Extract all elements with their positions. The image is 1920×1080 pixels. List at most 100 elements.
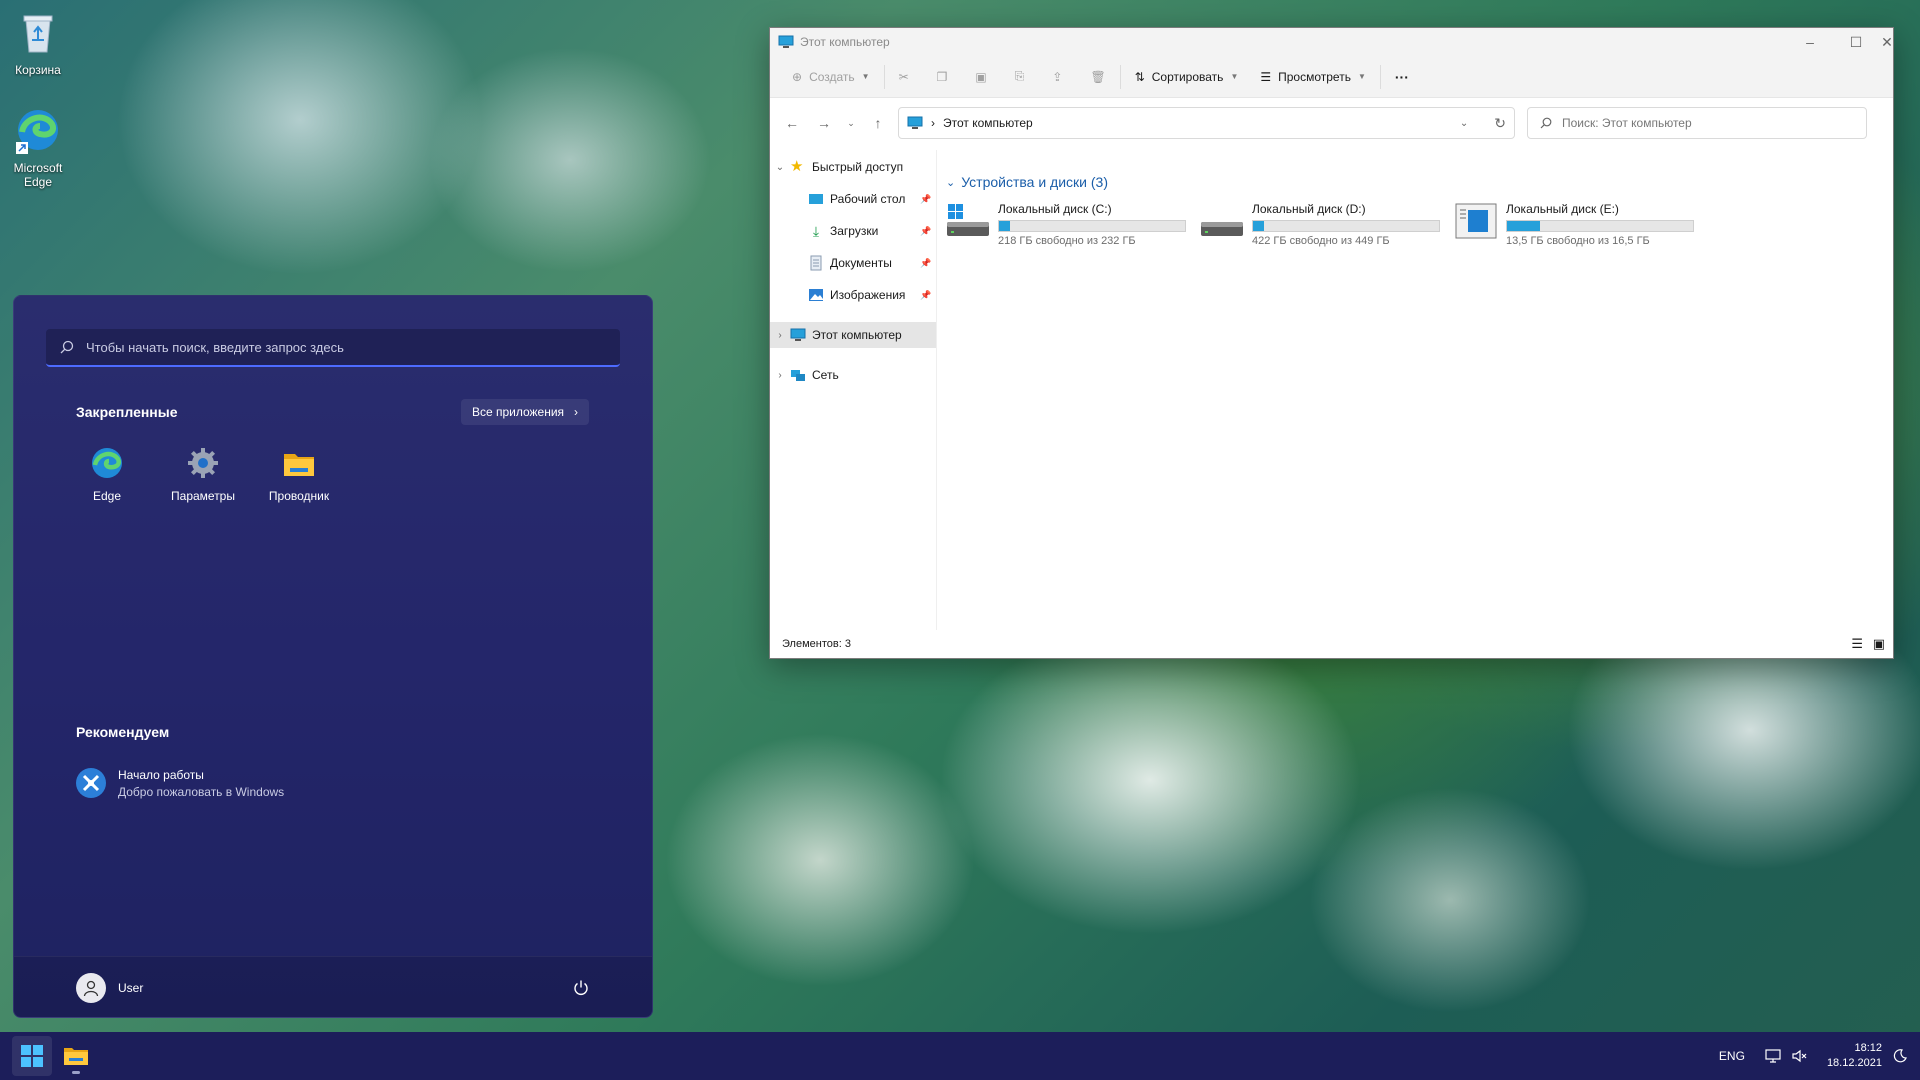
share-button[interactable]: ⇪	[1044, 62, 1070, 92]
system-tray: ENG 18:12 18.12.2021	[1719, 1032, 1920, 1080]
chevron-right-icon: ›	[778, 369, 782, 381]
separator	[883, 64, 885, 89]
drive-free-space: 422 ГБ свободно из 449 ГБ	[1252, 235, 1390, 247]
nav-label: Документы	[830, 256, 892, 270]
pin-icon: 📌	[920, 194, 932, 204]
pinned-app-explorer[interactable]: Проводник	[254, 446, 344, 503]
computer-icon	[907, 116, 923, 129]
pictures-icon	[809, 289, 823, 301]
drive-e[interactable]: Локальный диск (E:) 13,5 ГБ свободно из …	[1454, 202, 1704, 248]
drive-free-space: 218 ГБ свободно из 232 ГБ	[998, 235, 1136, 247]
drive-c[interactable]: Локальный диск (C:) 218 ГБ свободно из 2…	[946, 202, 1196, 248]
recommended-title: Начало работы	[118, 767, 204, 782]
more-button[interactable]: ···	[1387, 62, 1417, 92]
nav-item-downloads[interactable]: ⤓ Загрузки 📌	[770, 218, 936, 244]
explorer-window: Этот компьютер – ☐ ✕ ⊕ Создать ▼ ✂ ❐ ▣ ⎘…	[769, 27, 1894, 659]
status-bar: Элементов: 3 ☰ ▣	[770, 630, 1893, 658]
up-button[interactable]: ↑	[866, 111, 890, 135]
taskbar: ENG 18:12 18.12.2021	[0, 1032, 1920, 1080]
all-apps-button[interactable]: Все приложения ›	[461, 399, 589, 425]
nav-label: Загрузки	[830, 224, 879, 238]
trash-icon: 🗑	[1090, 69, 1106, 84]
view-label: Просмотреть	[1278, 69, 1351, 84]
pinned-app-settings[interactable]: Параметры	[158, 446, 248, 503]
chevron-down-icon[interactable]: ⌄	[1460, 118, 1468, 129]
language-indicator[interactable]: ENG	[1719, 1049, 1745, 1063]
edge-icon	[16, 110, 58, 154]
address-row: ← → ⌄ ↑ › Этот компьютер ⌄ ↻ Поиск: Этот…	[770, 98, 1893, 148]
pin-icon: 📌	[920, 290, 932, 300]
group-header[interactable]: ⌄ Устройства и диски (3)	[946, 174, 1108, 190]
title-bar[interactable]: Этот компьютер – ☐ ✕	[770, 28, 1893, 56]
pinned-app-label: Проводник	[268, 489, 330, 503]
tiles-view-icon[interactable]: ▣	[1873, 636, 1885, 652]
desktop-icon-edge[interactable]: Microsoft Edge	[0, 106, 76, 189]
nav-item-quick-access[interactable]: ⌄ ★ Быстрый доступ	[770, 154, 936, 180]
address-bar[interactable]: › Этот компьютер ⌄ ↻	[898, 107, 1515, 139]
nav-item-desktop[interactable]: Рабочий стол 📌	[770, 186, 936, 212]
drive-d[interactable]: Локальный диск (D:) 422 ГБ свободно из 4…	[1200, 202, 1450, 248]
desktop-icon-recycle-bin[interactable]: Корзина	[0, 8, 76, 77]
details-view-icon[interactable]: ☰	[1851, 636, 1863, 652]
close-button[interactable]: ✕	[1879, 28, 1895, 56]
user-button[interactable]: User	[76, 973, 143, 1003]
recommended-item[interactable]: Начало работы Добро пожаловать в Windows	[74, 766, 284, 800]
forward-button[interactable]: →	[812, 111, 836, 135]
more-icon: ···	[1394, 68, 1409, 85]
notifications-moon-icon[interactable]	[1892, 1048, 1908, 1064]
pin-icon: 📌	[920, 258, 932, 268]
sort-button[interactable]: ⇅ Сортировать ▼	[1127, 62, 1247, 92]
star-icon: ★	[790, 158, 804, 175]
network-icon[interactable]	[1765, 1048, 1781, 1064]
status-text: Элементов: 3	[782, 638, 851, 650]
pin-icon: 📌	[920, 226, 932, 236]
volume-muted-icon[interactable]	[1791, 1048, 1807, 1064]
taskbar-explorer-button[interactable]	[56, 1036, 96, 1076]
user-icon	[83, 980, 99, 997]
nav-item-documents[interactable]: Документы 📌	[770, 250, 936, 276]
create-button[interactable]: ⊕ Создать ▼	[784, 62, 878, 92]
rename-button[interactable]: ⎘	[1007, 62, 1033, 92]
delete-button[interactable]: 🗑	[1082, 62, 1113, 92]
minimize-button[interactable]: –	[1787, 28, 1833, 56]
start-button[interactable]	[12, 1036, 52, 1076]
computer-icon	[790, 328, 806, 341]
pinned-heading: Закрепленные	[76, 404, 178, 420]
view-list-icon: ☰	[1260, 69, 1272, 84]
separator	[1379, 64, 1381, 89]
computer-icon	[778, 35, 794, 48]
power-icon[interactable]	[572, 979, 590, 997]
document-icon	[810, 255, 822, 271]
explorer-search-placeholder: Поиск: Этот компьютер	[1562, 116, 1692, 130]
view-button[interactable]: ☰ Просмотреть ▼	[1252, 62, 1374, 92]
sort-label: Сортировать	[1151, 69, 1224, 84]
chevron-down-icon: ▼	[1230, 72, 1239, 81]
explorer-search-input[interactable]: Поиск: Этот компьютер	[1527, 107, 1867, 139]
drive-usage-fill	[1507, 221, 1541, 231]
recent-button[interactable]: ⌄	[844, 111, 858, 135]
start-search-input[interactable]: Чтобы начать поиск, введите запрос здесь	[46, 329, 620, 367]
drive-usage-bar	[1252, 220, 1440, 232]
nav-item-network[interactable]: › Сеть	[770, 362, 936, 388]
paste-button[interactable]: ▣	[967, 62, 994, 92]
back-button[interactable]: ←	[780, 111, 804, 135]
maximize-button[interactable]: ☐	[1833, 28, 1879, 56]
copy-button[interactable]: ❐	[929, 62, 956, 92]
nav-item-pictures[interactable]: Изображения 📌	[770, 282, 936, 308]
breadcrumb-separator-icon: ›	[931, 116, 935, 130]
nav-label: Изображения	[830, 288, 906, 302]
cut-button[interactable]: ✂	[891, 62, 917, 92]
nav-item-this-pc[interactable]: › Этот компьютер	[770, 322, 936, 348]
pinned-app-edge[interactable]: Edge	[62, 446, 152, 503]
create-label: Создать	[809, 69, 855, 84]
command-bar: ⊕ Создать ▼ ✂ ❐ ▣ ⎘ ⇪ 🗑 ⇅ Сортировать ▼ …	[770, 56, 1893, 98]
refresh-icon[interactable]: ↻	[1494, 115, 1506, 132]
clock[interactable]: 18:12 18.12.2021	[1827, 1041, 1882, 1071]
chevron-down-icon: ▼	[861, 72, 870, 81]
copy-icon: ❐	[936, 69, 948, 84]
network-icon	[791, 370, 805, 381]
folder-icon	[64, 1048, 88, 1065]
nav-label: Сеть	[812, 368, 839, 382]
desktop-icon-label: Microsoft Edge	[13, 161, 63, 189]
search-icon	[1540, 117, 1552, 129]
